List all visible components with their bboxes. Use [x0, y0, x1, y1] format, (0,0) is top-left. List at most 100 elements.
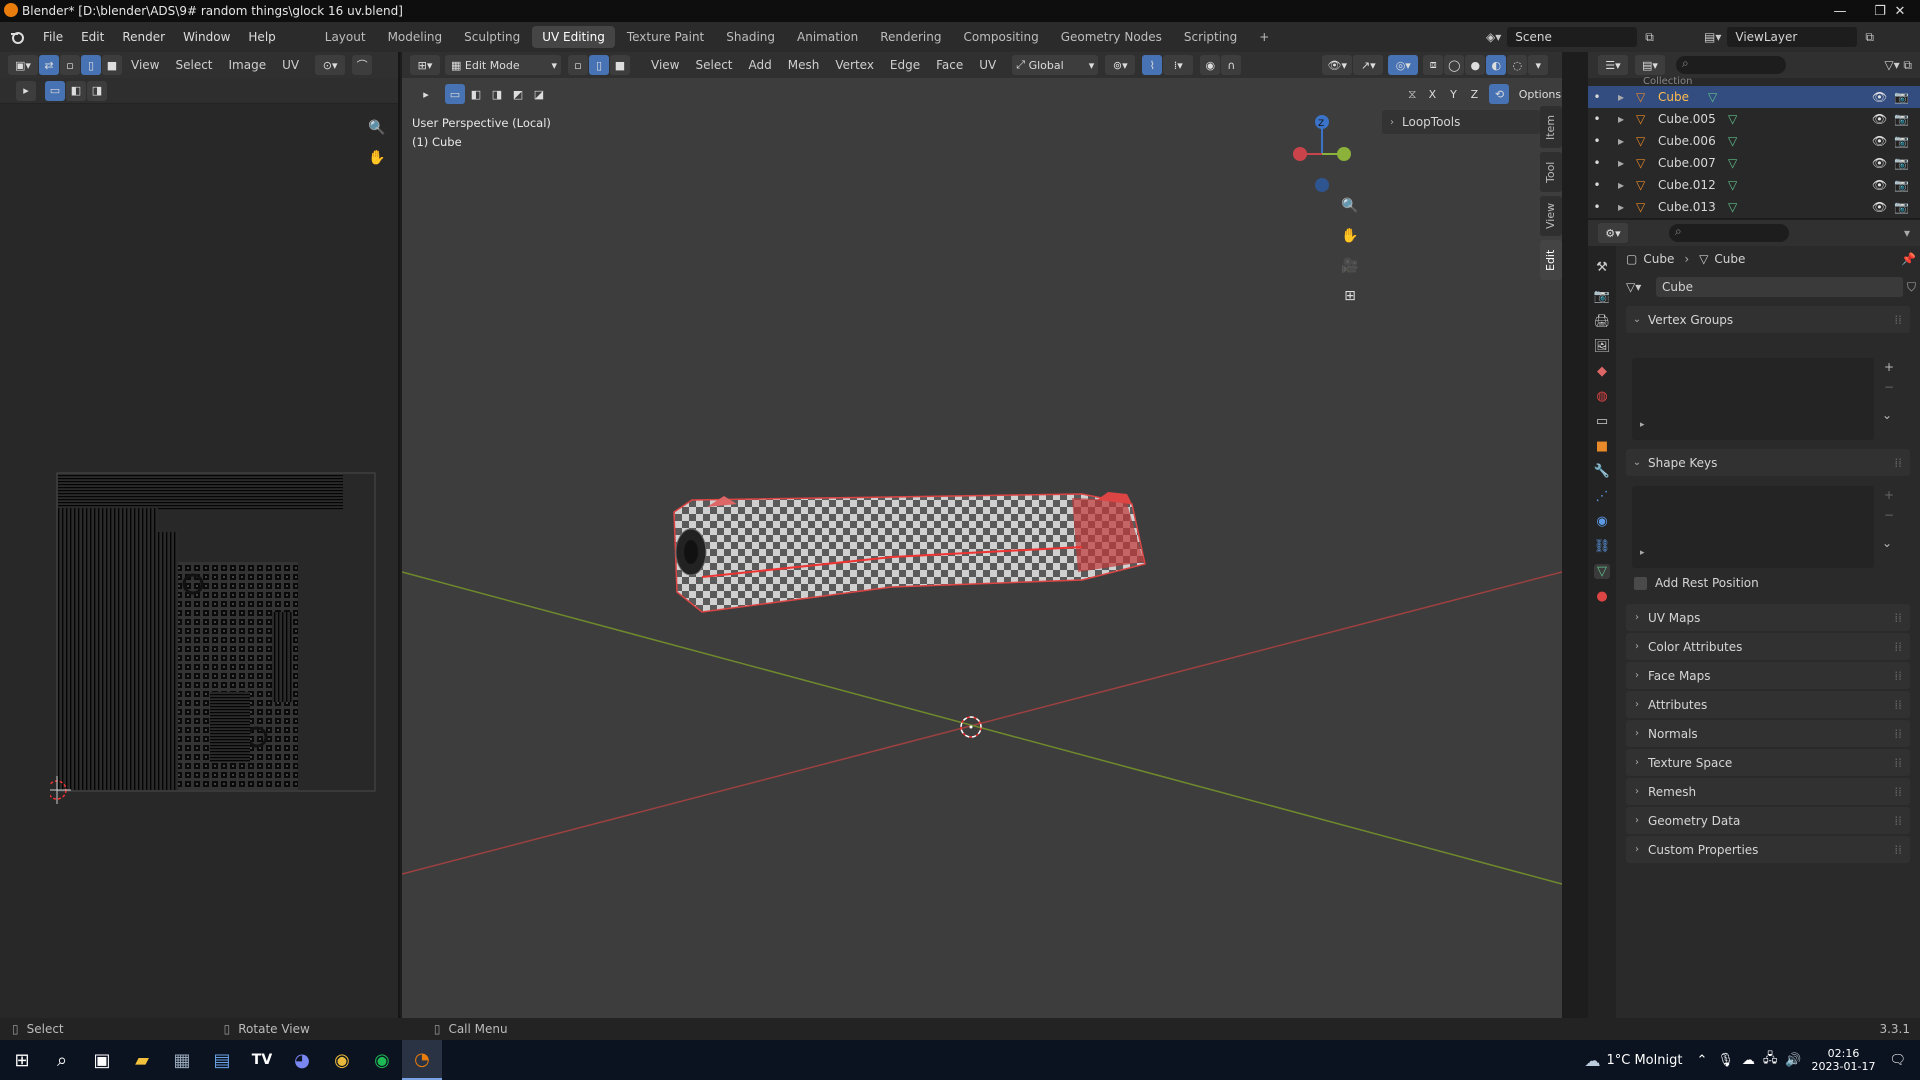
tab-rendering[interactable]: Rendering [870, 26, 951, 48]
view-layer-tab-icon[interactable]: 🖼 [1594, 339, 1611, 354]
list-expand-icon[interactable]: ▸ [1640, 548, 1645, 558]
chrome-icon[interactable]: ◉ [322, 1040, 362, 1080]
tool-select-icon[interactable]: ▸ [16, 80, 36, 101]
attributes-panel[interactable]: › Attributes ⁞⁞ [1626, 691, 1910, 718]
new-view-layer-icon[interactable]: ⧉ [1865, 30, 1874, 45]
visibility-dot-icon[interactable]: • [1588, 112, 1606, 126]
properties-editor[interactable]: ⚙▾ ⌕ ▾ ▢ Cube › ▽ Cube 📌 ▽▾ Cube ⛉ ⌄ Vert… [1588, 220, 1920, 1018]
render-tab-icon[interactable]: 📷 [1594, 289, 1610, 304]
outliner-row[interactable]: • ▸ ▽ Cube.013 ▽ [1588, 196, 1920, 218]
camera-icon[interactable]: 📷 [1894, 90, 1909, 104]
drag-handle-icon[interactable]: ⁞⁞ [1894, 456, 1902, 470]
eye-icon[interactable]: 👁 [1872, 200, 1887, 214]
eye-icon[interactable]: 👁 [1872, 178, 1887, 192]
blender-taskbar-icon[interactable]: ◔ [402, 1040, 442, 1080]
store-icon[interactable]: ▦ [162, 1040, 202, 1080]
notification-icon[interactable]: 🗨 [1889, 1053, 1906, 1068]
constraints-tab-icon[interactable]: ⛓ [1594, 539, 1611, 554]
close-icon[interactable]: ✕ [1880, 0, 1920, 22]
eye-icon[interactable]: 👁 [1872, 134, 1887, 148]
remesh-panel[interactable]: › Remesh ⁞⁞ [1626, 778, 1910, 805]
file-explorer-icon[interactable]: ▰ [122, 1040, 162, 1080]
expand-arrow-icon[interactable]: ▸ [1606, 112, 1636, 126]
camera-icon[interactable]: 📷 [1894, 200, 1909, 214]
expand-arrow-icon[interactable]: ▸ [1606, 156, 1636, 170]
minimize-icon[interactable]: — [1820, 0, 1860, 22]
list-expand-icon[interactable]: ▸ [1640, 420, 1645, 430]
drag-handle-icon[interactable]: ⁞⁞ [1894, 814, 1902, 828]
color-attributes-panel[interactable]: › Color Attributes ⁞⁞ [1626, 633, 1910, 660]
remove-shape-key-icon[interactable]: − [1884, 508, 1894, 522]
tab-modeling[interactable]: Modeling [378, 26, 453, 48]
face-select-icon[interactable]: ■ [102, 55, 122, 75]
expand-arrow-icon[interactable]: ▸ [1606, 90, 1636, 104]
camera-icon[interactable]: 📷 [1894, 134, 1909, 148]
select-mode-new-icon[interactable]: ▭ [45, 80, 65, 101]
particles-tab-icon[interactable]: ⋰ [1596, 489, 1609, 504]
expand-arrow-icon[interactable]: ▸ [1606, 200, 1636, 214]
outliner[interactable]: ☰▾ ▤▾ ⌕ ▽▾ ⧉ Collection • ▸ ▽ Cube ▽ • ▸… [1588, 52, 1920, 218]
eye-icon[interactable]: 👁 [1872, 90, 1887, 104]
vertex-groups-list[interactable]: ▸ [1632, 358, 1874, 440]
looptools-panel[interactable]: › LoopTools [1382, 110, 1540, 134]
snap-icon[interactable]: ⌒ [352, 55, 373, 75]
drag-handle-icon[interactable]: ⁞⁞ [1894, 727, 1902, 741]
edge-select-icon[interactable]: ▯ [81, 55, 101, 75]
vertex-groups-panel[interactable]: ⌄ Vertex Groups ⁞⁞ [1626, 306, 1910, 333]
visibility-dot-icon[interactable]: • [1588, 134, 1606, 148]
shape-keys-panel[interactable]: ⌄ Shape Keys ⁞⁞ [1626, 449, 1910, 476]
drag-handle-icon[interactable]: ⁞⁞ [1894, 669, 1902, 683]
drag-handle-icon[interactable]: ⁞⁞ [1894, 313, 1902, 327]
fake-user-shield-icon[interactable]: ⛉ [1907, 280, 1916, 295]
blender-menu-icon[interactable] [0, 29, 34, 45]
tab-edit[interactable]: Edit [1540, 240, 1562, 280]
properties-options-icon[interactable]: ▾ [1904, 226, 1910, 240]
weather-text[interactable]: 1°C Molnigt [1606, 1053, 1682, 1068]
filter-icon[interactable]: ▽▾ ⧉ [1884, 58, 1912, 73]
menu-file[interactable]: File [34, 22, 72, 52]
drag-handle-icon[interactable]: ⁞⁞ [1894, 698, 1902, 712]
pivot-icon[interactable]: ⊙▾ [315, 55, 346, 75]
add-workspace-button[interactable]: + [1249, 26, 1279, 48]
face-maps-panel[interactable]: › Face Maps ⁞⁞ [1626, 662, 1910, 689]
eye-icon[interactable]: 👁 [1872, 156, 1887, 170]
normals-panel[interactable]: › Normals ⁞⁞ [1626, 720, 1910, 747]
menu-render[interactable]: Render [113, 22, 174, 52]
tab-animation[interactable]: Animation [787, 26, 868, 48]
add-rest-position-checkbox[interactable] [1634, 576, 1647, 590]
vertex-select-icon[interactable]: ▫ [60, 55, 80, 75]
viewport-scene[interactable]: Z [402, 52, 1562, 1018]
uv-menu-select[interactable]: Select [167, 58, 220, 72]
shape-keys-list[interactable]: ▸ [1632, 486, 1874, 568]
tab-sculpting[interactable]: Sculpting [454, 26, 530, 48]
network-icon[interactable]: 🖧 [1763, 1049, 1778, 1071]
drag-handle-icon[interactable]: ⁞⁞ [1894, 785, 1902, 799]
view-layer-name[interactable]: ViewLayer [1727, 27, 1858, 47]
drag-handle-icon[interactable]: ⁞⁞ [1894, 611, 1902, 625]
material-tab-icon[interactable]: ● [1596, 589, 1607, 604]
zoom-icon[interactable]: 🔍 [1336, 192, 1364, 220]
output-tab-icon[interactable]: 🖨 [1594, 314, 1611, 329]
drag-handle-icon[interactable]: ⁞⁞ [1894, 756, 1902, 770]
uv-menu-uv[interactable]: UV [274, 58, 307, 72]
discord-icon[interactable]: ◕ [282, 1040, 322, 1080]
tab-shading[interactable]: Shading [716, 26, 785, 48]
uv-editor[interactable]: ▣▾ ⇄ ▫ ▯ ■ View Select Image UV ⊙▾ ⌒ ▸ ▭… [0, 52, 400, 1018]
ortho-toggle-icon[interactable]: ⊞ [1336, 282, 1364, 310]
select-mode-subtract-icon[interactable]: ◨ [87, 80, 107, 101]
shape-key-menu-icon[interactable]: ⌄ [1882, 536, 1892, 550]
vertex-group-menu-icon[interactable]: ⌄ [1882, 408, 1892, 422]
menu-edit[interactable]: Edit [72, 22, 113, 52]
outliner-row[interactable]: • ▸ ▽ Cube.006 ▽ [1588, 130, 1920, 152]
mesh-browse-icon[interactable]: ▽▾ [1626, 280, 1656, 294]
drag-handle-icon[interactable]: ⁞⁞ [1894, 640, 1902, 654]
onedrive-icon[interactable]: ☁ [1742, 1053, 1755, 1068]
camera-view-icon[interactable]: 🎥 [1336, 252, 1364, 280]
tab-item[interactable]: Item [1540, 106, 1562, 148]
tradingview-icon[interactable]: TV [242, 1040, 282, 1080]
editor-type-icon[interactable]: ▣▾ [8, 55, 38, 75]
menu-help[interactable]: Help [239, 22, 284, 52]
chevron-up-icon[interactable]: ⌃ [1696, 1053, 1707, 1068]
menu-window[interactable]: Window [174, 22, 239, 52]
outliner-row-cube[interactable]: • ▸ ▽ Cube ▽ [1588, 86, 1920, 108]
